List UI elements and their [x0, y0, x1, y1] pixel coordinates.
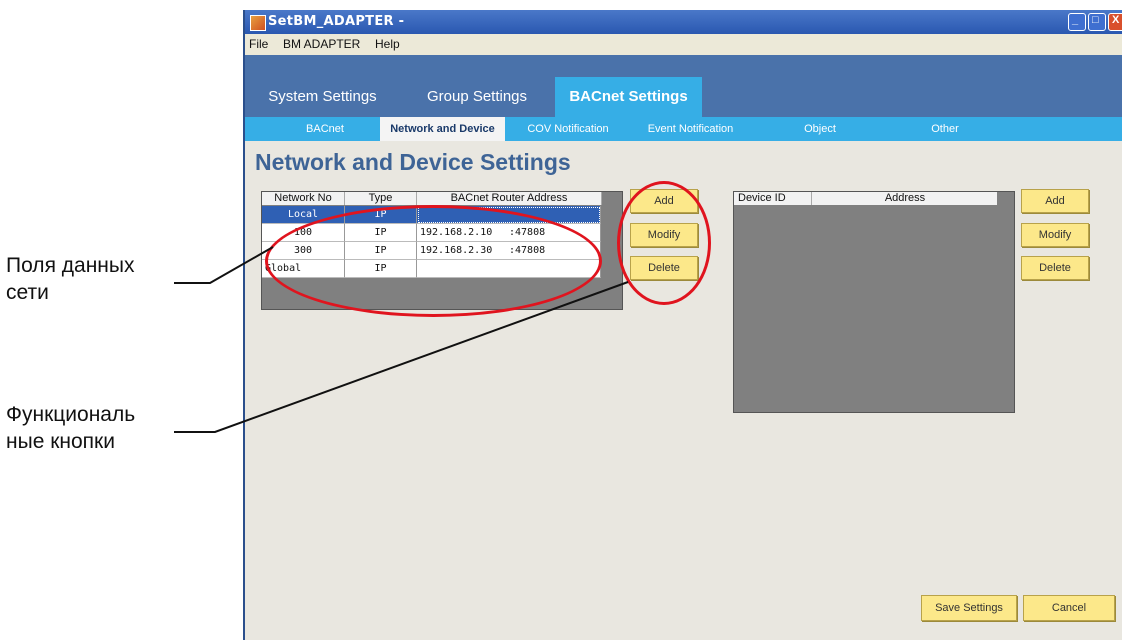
tab-system-settings[interactable]: System Settings [260, 77, 385, 117]
annotation-line: ные кнопки [6, 430, 115, 453]
menu-bm-adapter[interactable]: BM ADAPTER [283, 37, 360, 51]
annotation-line: сети [6, 281, 49, 304]
app-window: SetBM_ADAPTER - _ □ X File BM ADAPTER He… [243, 10, 1122, 640]
sub-tab-strip: BACnet Network and Device COV Notificati… [245, 117, 1122, 141]
minimize-icon: _ [1072, 14, 1079, 26]
subtab-other[interactable]: Other [895, 117, 995, 141]
device-modify-button[interactable]: Modify [1021, 223, 1089, 247]
subtab-bacnet[interactable]: BACnet [270, 117, 380, 141]
network-table-header: Network No Type BACnet Router Address [262, 192, 602, 205]
cancel-button[interactable]: Cancel [1023, 595, 1115, 621]
column-header-router-address[interactable]: BACnet Router Address [417, 192, 602, 205]
save-settings-button[interactable]: Save Settings [921, 595, 1017, 621]
minimize-button[interactable]: _ [1068, 13, 1086, 31]
column-header-network-no[interactable]: Network No [262, 192, 345, 205]
title-bar: SetBM_ADAPTER - _ □ X [245, 10, 1122, 34]
subtab-object[interactable]: Object [775, 117, 865, 141]
window-title: SetBM_ADAPTER - [268, 14, 405, 29]
menu-help[interactable]: Help [375, 37, 400, 51]
annotation-network-fields: Поля данных сети [6, 252, 135, 306]
maximize-icon: □ [1092, 14, 1099, 26]
page-title: Network and Device Settings [255, 149, 571, 175]
column-header-type[interactable]: Type [345, 192, 417, 205]
device-add-button[interactable]: Add [1021, 189, 1089, 213]
annotation-line: Функциональ [6, 403, 136, 426]
annotation-function-buttons: Функциональ ные кнопки [6, 401, 135, 455]
menu-file[interactable]: File [249, 37, 268, 51]
column-header-address[interactable]: Address [813, 192, 997, 205]
subtab-network-and-device[interactable]: Network and Device [380, 117, 505, 141]
annotation-line: Поля данных [6, 254, 135, 277]
app-icon [250, 15, 266, 31]
close-button[interactable]: X [1108, 13, 1122, 31]
device-delete-button[interactable]: Delete [1021, 256, 1089, 280]
main-tab-strip: System Settings Group Settings BACnet Se… [245, 55, 1122, 117]
function-buttons-highlight-ring [617, 181, 711, 305]
column-header-device-id[interactable]: Device ID [734, 192, 812, 205]
menu-bar: File BM ADAPTER Help [245, 34, 1122, 55]
device-table[interactable]: Device ID Address [733, 191, 1015, 413]
subtab-event-notification[interactable]: Event Notification [628, 117, 753, 141]
network-fields-highlight-ring [265, 205, 602, 317]
maximize-button[interactable]: □ [1088, 13, 1106, 31]
subtab-cov-notification[interactable]: COV Notification [513, 117, 623, 141]
device-table-header: Device ID Address [734, 192, 997, 205]
close-icon: X [1112, 14, 1120, 26]
tab-bacnet-settings[interactable]: BACnet Settings [555, 77, 702, 117]
tab-group-settings[interactable]: Group Settings [417, 77, 537, 117]
